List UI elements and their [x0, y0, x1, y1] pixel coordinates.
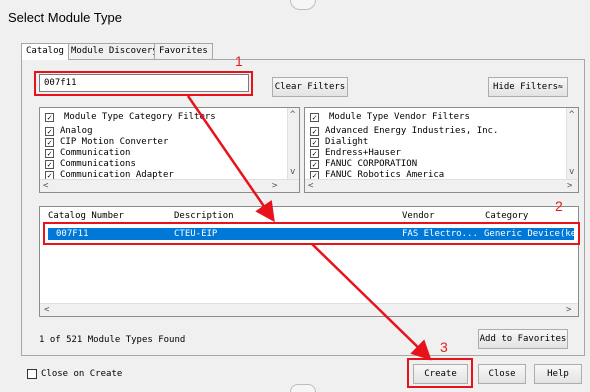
category-filter-list: ✓ Module Type Category Filters ✓ Analog ✓ C… — [39, 107, 300, 193]
chevron-down-icon[interactable]: v — [569, 168, 574, 177]
tab-module-discovery[interactable]: Module Discovery — [66, 43, 163, 59]
chevron-up-icon[interactable]: ^ — [569, 111, 574, 120]
list-item[interactable]: ✓ Communication — [45, 148, 216, 159]
annotation-box-create — [407, 358, 473, 388]
vendor-filter-list: ✓ Module Type Vendor Filters ✓ Advanced En… — [304, 107, 579, 193]
window-notch-bottom — [290, 384, 316, 392]
chevron-down-icon[interactable]: v — [290, 168, 295, 177]
vertical-scrollbar[interactable]: ^ v — [287, 108, 299, 180]
list-item[interactable]: ✓ FANUC CORPORATION — [310, 159, 498, 170]
horizontal-scrollbar[interactable]: < > — [305, 179, 578, 192]
list-item[interactable]: ✓ Analog — [45, 126, 216, 137]
annotation-box-search — [34, 71, 253, 96]
tab-favorites[interactable]: Favorites — [154, 43, 213, 59]
column-header-description[interactable]: Description — [174, 211, 234, 221]
list-item[interactable]: ✓ Advanced Energy Industries, Inc. — [310, 126, 498, 137]
tab-catalog[interactable]: Catalog — [21, 43, 69, 60]
status-text: 1 of 521 Module Types Found — [39, 335, 186, 345]
close-on-create-option[interactable]: Close on Create — [27, 369, 122, 379]
chevron-right-icon[interactable]: > — [566, 306, 571, 315]
horizontal-scrollbar[interactable]: < > — [40, 179, 299, 192]
chevron-up-icon[interactable]: ^ — [290, 111, 295, 120]
list-item[interactable]: ✓ Dialight — [310, 137, 498, 148]
dialog-title: Select Module Type — [8, 10, 122, 25]
list-item[interactable]: ✓ CIP Motion Converter — [45, 137, 216, 148]
close-button[interactable]: Close — [478, 364, 526, 384]
checkbox-icon[interactable]: ✓ — [45, 113, 54, 122]
horizontal-scrollbar[interactable]: < > — [40, 303, 578, 316]
checkbox-icon[interactable]: ✓ — [310, 149, 319, 158]
vertical-scrollbar[interactable]: ^ v — [566, 108, 578, 180]
clear-filters-button[interactable]: Clear Filters — [272, 77, 348, 97]
annotation-number-3: 3 — [440, 339, 448, 355]
list-item[interactable]: ✓ Endress+Hauser — [310, 148, 498, 159]
checkbox-icon[interactable]: ✓ — [45, 138, 54, 147]
vendor-filter-header[interactable]: ✓ Module Type Vendor Filters — [310, 112, 498, 123]
annotation-box-row — [43, 222, 580, 245]
checkbox-icon[interactable]: ✓ — [310, 113, 319, 122]
checkbox-icon[interactable]: ✓ — [45, 127, 54, 136]
checkbox-icon[interactable]: ✓ — [310, 160, 319, 169]
column-header-catalog-number[interactable]: Catalog Number — [48, 211, 124, 221]
chevron-left-icon[interactable]: < — [43, 182, 48, 191]
double-chevron-up-icon: ≈ — [558, 82, 563, 91]
column-header-vendor[interactable]: Vendor — [402, 211, 435, 221]
chevron-left-icon[interactable]: < — [308, 182, 313, 191]
window-notch-top — [290, 0, 316, 10]
checkbox-icon[interactable]: ✓ — [310, 138, 319, 147]
checkbox-icon[interactable]: ✓ — [310, 127, 319, 136]
hide-filters-button[interactable]: Hide Filters≈ — [488, 77, 568, 97]
column-header-category[interactable]: Category — [485, 211, 528, 221]
annotation-number-1: 1 — [235, 53, 243, 69]
chevron-left-icon[interactable]: < — [44, 306, 49, 315]
checkbox-icon[interactable] — [27, 369, 37, 379]
hide-filters-label: Hide Filters — [493, 82, 559, 92]
checkbox-icon[interactable]: ✓ — [45, 160, 54, 169]
chevron-right-icon[interactable]: > — [567, 182, 572, 191]
help-button[interactable]: Help — [534, 364, 582, 384]
list-item[interactable]: ✓ Communications — [45, 159, 216, 170]
add-to-favorites-button[interactable]: Add to Favorites — [478, 329, 568, 349]
category-filter-header[interactable]: ✓ Module Type Category Filters — [45, 112, 216, 123]
annotation-number-2: 2 — [555, 198, 563, 214]
chevron-right-icon[interactable]: > — [272, 182, 277, 191]
checkbox-icon[interactable]: ✓ — [45, 149, 54, 158]
